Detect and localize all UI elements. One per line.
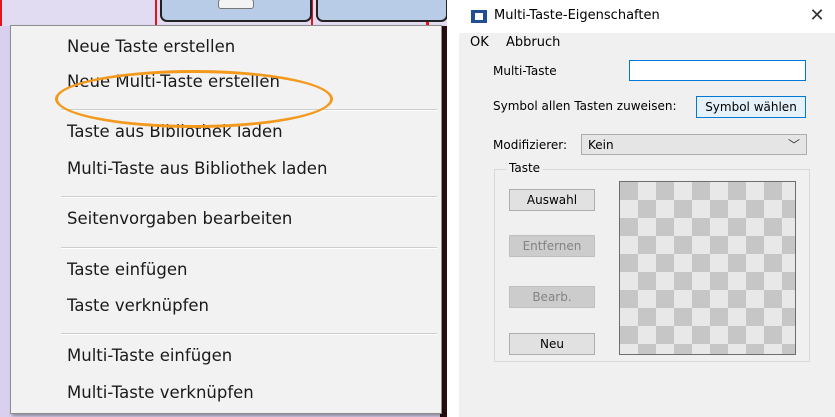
context-menu: Neue Taste erstellen Neue Multi-Taste er…	[10, 25, 442, 414]
menu-item-insert-key[interactable]: Taste einfügen	[67, 260, 187, 280]
editor-red-line	[0, 0, 2, 26]
menu-separator	[61, 109, 437, 111]
dialog-menubar: OK Abbruch	[459, 33, 835, 52]
editor-area: Neue Taste erstellen Neue Multi-Taste er…	[0, 0, 447, 417]
editor-key-handle	[218, 0, 254, 9]
editor-key[interactable]	[160, 0, 312, 22]
menu-separator	[61, 196, 437, 198]
remove-button[interactable]: Entfernen	[509, 235, 595, 257]
menu-item-new-multi-key[interactable]: Neue Multi-Taste erstellen	[67, 72, 280, 92]
modifier-select[interactable]: Kein ﹀	[581, 134, 807, 155]
menu-item-edit-page-settings[interactable]: Seitenvorgaben bearbeiten	[67, 209, 292, 229]
new-button[interactable]: Neu	[509, 333, 595, 355]
dialog-title: Multi-Taste-Eigenschaften	[494, 8, 660, 23]
multi-key-properties-dialog: Multi-Taste-Eigenschaften ✕ OK Abbruch M…	[459, 0, 835, 417]
menu-item-link-multi-key[interactable]: Multi-Taste verknüpfen	[67, 383, 254, 403]
editor-key[interactable]	[316, 0, 447, 22]
choose-symbol-button[interactable]: Symbol wählen	[696, 96, 806, 118]
menu-item-link-key[interactable]: Taste verknüpfen	[67, 296, 209, 316]
app-window-icon	[471, 10, 487, 23]
menu-separator	[61, 247, 437, 249]
multi-key-name-input[interactable]	[629, 60, 806, 81]
modifier-label: Modifizierer:	[493, 138, 568, 152]
modifier-selected-value: Kein	[588, 138, 614, 152]
close-button[interactable]: ✕	[805, 5, 829, 27]
key-group-label: Taste	[506, 161, 544, 175]
menu-separator	[61, 333, 437, 335]
multi-key-label: Multi-Taste	[493, 64, 557, 78]
menu-item-load-key-library[interactable]: Taste aus Bibliothek laden	[67, 122, 283, 142]
edit-button[interactable]: Bearb.	[509, 286, 595, 308]
title-bar: Multi-Taste-Eigenschaften ✕	[459, 0, 835, 33]
select-button[interactable]: Auswahl	[509, 189, 595, 211]
symbol-assign-label: Symbol allen Tasten zuweisen:	[493, 99, 677, 113]
menu-item-load-multi-key-library[interactable]: Multi-Taste aus Bibliothek laden	[67, 159, 327, 179]
menu-item-new-key[interactable]: Neue Taste erstellen	[67, 37, 235, 57]
menu-cancel[interactable]: Abbruch	[506, 35, 560, 50]
key-preview-area	[619, 181, 796, 355]
editor-red-line	[155, 0, 157, 26]
menu-item-insert-multi-key[interactable]: Multi-Taste einfügen	[67, 346, 232, 366]
chevron-down-icon: ﹀	[787, 138, 800, 152]
menu-ok[interactable]: OK	[470, 35, 489, 50]
